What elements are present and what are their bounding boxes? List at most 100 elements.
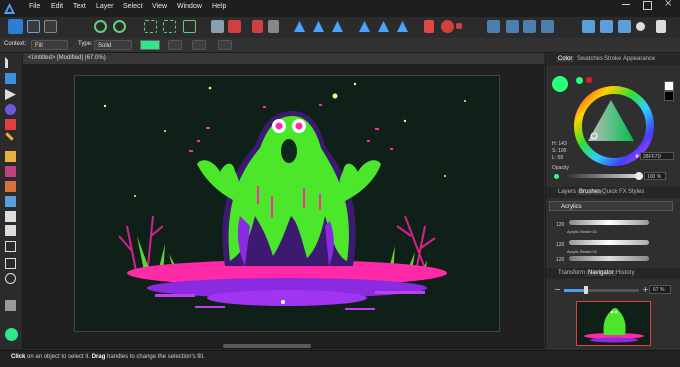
zoom-input[interactable]: 67 % [649, 285, 671, 294]
menu-view[interactable]: View [152, 3, 167, 10]
eraser-tool-icon[interactable] [5, 211, 16, 222]
tab-color[interactable]: Color [556, 56, 575, 62]
fill-tool-icon[interactable] [5, 166, 16, 177]
gradient-tool-icon[interactable] [5, 181, 16, 192]
type-select[interactable]: Solid [94, 40, 132, 50]
reset-color-icon[interactable] [664, 81, 674, 91]
arrange-front-icon[interactable] [228, 20, 241, 33]
menu-text[interactable]: Text [73, 3, 86, 10]
insert-inside-icon[interactable] [441, 20, 454, 33]
boolean-icon[interactable] [252, 20, 263, 33]
navigator-preview[interactable] [576, 301, 651, 346]
flip-vertical-icon[interactable] [541, 20, 554, 33]
menu-window[interactable]: Window [177, 3, 202, 10]
black-white-icon[interactable] [664, 91, 674, 101]
app-logo-icon[interactable] [3, 2, 16, 15]
boolean-add-icon[interactable] [582, 20, 595, 33]
tab-stroke[interactable]: Stroke [604, 56, 621, 62]
opacity-slider[interactable] [566, 174, 640, 178]
menu-select[interactable]: Select [123, 3, 142, 10]
brush-item-2[interactable]: 120 Acrylic Stroke 02 [556, 235, 666, 254]
zoom-slider-handle[interactable] [584, 286, 588, 294]
tab-transform[interactable]: Transform [558, 270, 585, 276]
brush-stroke-preview [569, 220, 649, 225]
menu-edit[interactable]: Edit [51, 3, 63, 10]
tab-appearance[interactable]: Appearance [623, 56, 655, 62]
node-tool-icon[interactable] [5, 89, 16, 100]
brush-category-select[interactable]: Acrylics [549, 201, 673, 211]
assistant-icon[interactable] [636, 22, 645, 31]
align-left-icon[interactable] [293, 20, 306, 33]
rotate-fill-button[interactable] [192, 40, 206, 50]
rotate-icon[interactable] [506, 20, 519, 33]
text-tool-icon[interactable] [5, 300, 16, 311]
crop-tool-icon[interactable] [5, 241, 16, 252]
flip-icon[interactable] [268, 20, 279, 33]
artboard[interactable] [74, 75, 500, 332]
minimize-icon[interactable] [622, 4, 630, 5]
move-tool-icon[interactable] [5, 57, 16, 68]
shape-builder-icon[interactable] [5, 104, 16, 115]
fill-options-button[interactable] [218, 40, 232, 50]
align-middle-icon[interactable] [377, 20, 390, 33]
opacity-input[interactable]: 100 % [644, 172, 666, 180]
transparency-tool-icon[interactable] [5, 196, 16, 207]
menu-file[interactable]: File [29, 3, 40, 10]
primary-color-swatch[interactable] [5, 328, 18, 341]
fill-color-swatch[interactable] [140, 40, 160, 50]
menu-help[interactable]: Help [212, 3, 226, 10]
maximize-icon[interactable] [643, 1, 652, 10]
ellipse-tool-icon[interactable] [5, 273, 16, 284]
menu-layer[interactable]: Layer [96, 3, 114, 10]
boolean-intersect-icon[interactable] [618, 20, 631, 33]
transform-icon[interactable] [487, 20, 500, 33]
align-center-icon[interactable] [312, 20, 325, 33]
stroke-indicator-icon[interactable] [586, 77, 592, 83]
tab-styles[interactable]: Styles [628, 189, 644, 195]
tab-history[interactable]: History [616, 270, 635, 276]
tab-swatches[interactable]: Swatches [577, 56, 603, 62]
rectangle-tool-icon[interactable] [5, 258, 16, 269]
pixel-persona-icon[interactable] [27, 20, 40, 33]
arrange-back-icon[interactable] [211, 20, 224, 33]
fill-indicator-icon[interactable] [576, 77, 583, 84]
document-tab[interactable]: <Untitled> [Modified] (67.0%) [23, 53, 544, 64]
insert-behind-icon[interactable] [424, 20, 434, 33]
select-none-icon[interactable] [163, 20, 176, 33]
context-select[interactable]: Fill [31, 40, 68, 50]
boolean-subtract-icon[interactable] [600, 20, 613, 33]
snapping-icon[interactable] [94, 20, 107, 33]
flip-horizontal-icon[interactable] [523, 20, 536, 33]
brush-item-1[interactable]: 120 Acrylic Stroke 01 [556, 215, 666, 234]
invert-selection-icon[interactable] [183, 20, 196, 33]
horizontal-scrollbar[interactable] [23, 343, 544, 349]
tab-quick-fx[interactable]: Quick FX [602, 189, 627, 195]
close-icon[interactable]: × [664, 0, 672, 9]
settings-icon[interactable] [656, 20, 666, 33]
vertical-scrollbar[interactable] [538, 64, 544, 344]
reverse-fill-button[interactable] [168, 40, 182, 50]
designer-persona-icon[interactable] [8, 19, 23, 34]
brush-tool-icon[interactable] [5, 225, 16, 236]
artboard-tool-icon[interactable] [5, 73, 16, 84]
zoom-in-icon[interactable]: + [642, 285, 649, 294]
align-top-icon[interactable] [358, 20, 371, 33]
fill-color-circle[interactable] [552, 76, 568, 92]
align-right-icon[interactable] [331, 20, 344, 33]
align-bottom-icon[interactable] [396, 20, 409, 33]
select-all-icon[interactable] [144, 20, 157, 33]
snapping-options-icon[interactable] [113, 20, 126, 33]
tab-layers[interactable]: Layers [558, 189, 576, 195]
horizontal-scroll-thumb[interactable] [223, 344, 311, 348]
pencil-tool-icon[interactable] [5, 132, 14, 141]
brush-item-3[interactable]: 120 [556, 255, 666, 265]
insert-options-icon[interactable] [456, 23, 462, 29]
tab-navigator[interactable]: Navigator [586, 270, 616, 276]
opacity-slider-handle[interactable] [635, 172, 643, 180]
vector-brush-icon[interactable] [5, 151, 16, 162]
export-persona-icon[interactable] [44, 20, 57, 33]
hex-input[interactable]: 28FF7D [640, 152, 674, 160]
zoom-out-icon[interactable]: − [554, 285, 561, 294]
tab-brushes[interactable]: Brushes [577, 189, 604, 195]
pen-tool-icon[interactable] [5, 119, 16, 130]
